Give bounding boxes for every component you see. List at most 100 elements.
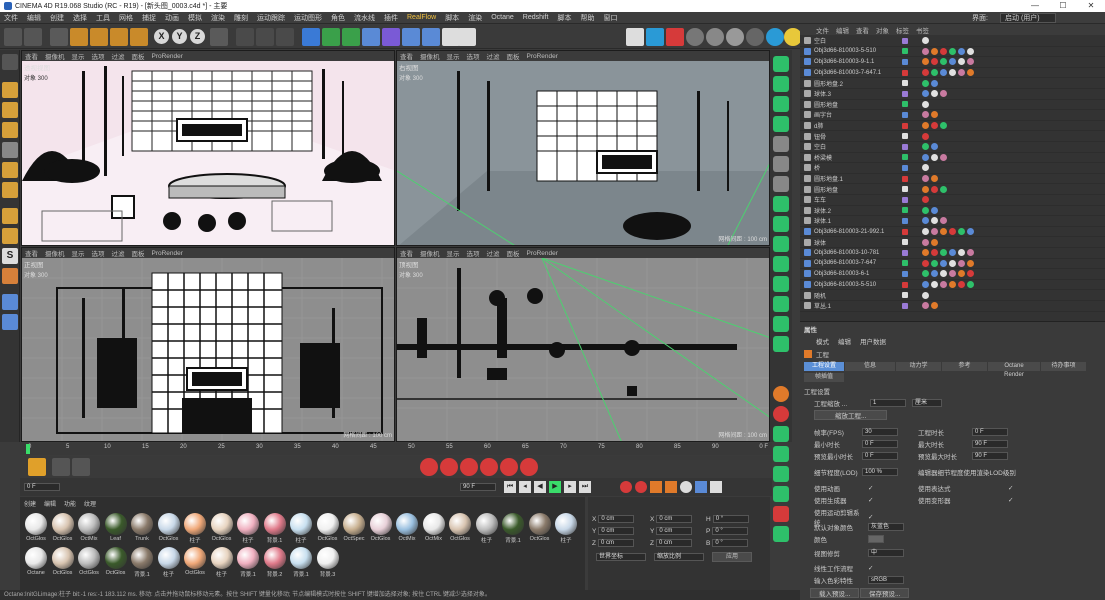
cube-icon[interactable]: [302, 28, 320, 46]
material-tag-icon[interactable]: [931, 238, 938, 246]
vp-menu-camera[interactable]: 摄像机: [420, 51, 440, 61]
material-swatch[interactable]: OctSpec: [342, 513, 366, 542]
material-swatch[interactable]: OctGlos: [448, 513, 472, 542]
layer-color-icon[interactable]: [902, 260, 908, 267]
min-time-field[interactable]: 0 F: [862, 440, 898, 448]
make-editable-icon[interactable]: [2, 54, 18, 70]
object-row[interactable]: 圆形地盘.2: [800, 78, 1105, 89]
tab-dynamics[interactable]: 动力学: [896, 362, 941, 371]
step-effector-icon[interactable]: [773, 296, 789, 312]
use-motion-checkbox[interactable]: ✓: [868, 513, 873, 521]
layer-color-icon[interactable]: [902, 164, 908, 171]
viewport-right[interactable]: 查看 摄像机 显示 选项 过滤 面板 ProRender 右视图 对象 300 …: [396, 50, 770, 246]
material-tag-icon[interactable]: [922, 228, 929, 236]
pos-x-field[interactable]: 0 cm: [598, 515, 635, 523]
vp-menu-view[interactable]: 查看: [25, 51, 38, 61]
object-row[interactable]: 圆形地盘: [800, 100, 1105, 111]
move-icon[interactable]: [70, 28, 88, 46]
render-view-icon[interactable]: [236, 28, 254, 46]
mat-menu-create[interactable]: 创建: [24, 499, 36, 508]
material-swatch[interactable]: OctGlos: [77, 547, 101, 576]
axis-mode-icon[interactable]: [2, 208, 18, 224]
pos-y-field[interactable]: 0 cm: [598, 527, 635, 535]
object-row[interactable]: Obj3d66-810003-10-781: [800, 248, 1105, 259]
menu-tools[interactable]: 工具: [96, 13, 110, 23]
vp-menu-filter[interactable]: 过滤: [112, 248, 125, 258]
material-tag-icon[interactable]: [922, 47, 929, 55]
menu-plugins[interactable]: 插件: [384, 13, 398, 23]
layer-color-icon[interactable]: [902, 143, 908, 150]
layer-color-icon[interactable]: [902, 90, 908, 97]
material-tag-icon[interactable]: [949, 69, 956, 77]
object-row[interactable]: Obj3d66-810003-7-647.1: [800, 68, 1105, 79]
material-tag-icon[interactable]: [967, 47, 974, 55]
workplane-icon[interactable]: [2, 122, 18, 138]
menu-file[interactable]: 文件: [4, 13, 18, 23]
vp-menu-panel[interactable]: 面板: [507, 51, 520, 61]
material-tag-icon[interactable]: [949, 58, 956, 66]
layer-color-icon[interactable]: [902, 186, 908, 193]
attr-menu-userdata[interactable]: 用户数据: [860, 336, 886, 346]
brush-icon[interactable]: [28, 458, 46, 476]
position-key-icon[interactable]: [480, 458, 498, 476]
layer-color-icon[interactable]: [902, 239, 908, 246]
octane-daylight-icon[interactable]: [706, 28, 724, 46]
layer-color-icon[interactable]: [902, 270, 908, 277]
object-row[interactable]: 随机: [800, 290, 1105, 301]
material-tag-icon[interactable]: [958, 58, 965, 66]
use-generators-checkbox[interactable]: ✓: [868, 496, 873, 504]
material-tag-icon[interactable]: [931, 249, 938, 257]
material-tag-icon[interactable]: [922, 122, 929, 130]
vp-menu-prorender[interactable]: ProRender: [152, 53, 183, 60]
color-swatch[interactable]: [868, 535, 884, 543]
fracture-icon[interactable]: [773, 76, 789, 92]
om-menu-bookmarks[interactable]: 书签: [916, 25, 929, 35]
pen-icon[interactable]: [322, 28, 340, 46]
coordinate-mode-select[interactable]: 世界坐标: [596, 553, 646, 561]
y-axis-icon[interactable]: Y: [172, 29, 187, 44]
material-tag-icon[interactable]: [922, 281, 929, 289]
rotate-icon[interactable]: [110, 28, 128, 46]
octane-texture-icon[interactable]: [766, 28, 784, 46]
vp-menu-filter[interactable]: 过滤: [112, 51, 125, 61]
object-row[interactable]: 球体: [800, 237, 1105, 248]
material-tag-icon[interactable]: [931, 122, 938, 130]
material-swatch[interactable]: 柱子: [289, 513, 313, 544]
material-swatch[interactable]: OctMix: [422, 513, 446, 542]
material-tag-icon[interactable]: [958, 69, 965, 77]
layer-color-icon[interactable]: [902, 58, 908, 65]
vp-menu-prorender[interactable]: ProRender: [527, 250, 558, 257]
material-tag-icon[interactable]: [931, 270, 938, 278]
object-row[interactable]: Obj3d66-810003-7-647: [800, 259, 1105, 270]
material-tag-icon[interactable]: [922, 291, 929, 299]
green-tag-icon[interactable]: [773, 466, 789, 482]
array-icon[interactable]: [362, 28, 380, 46]
apply-button[interactable]: 应用: [712, 552, 752, 562]
material-tag-icon[interactable]: [967, 58, 974, 66]
project-scale-unit[interactable]: 厘米: [912, 399, 942, 407]
material-tag-icon[interactable]: [931, 206, 938, 214]
attr-menu-mode[interactable]: 模式: [816, 336, 829, 346]
layer-color-icon[interactable]: [902, 101, 908, 108]
material-tag-icon[interactable]: [922, 153, 929, 161]
deformer-icon[interactable]: [382, 28, 400, 46]
autokey-icon[interactable]: [635, 481, 647, 493]
material-tag-icon[interactable]: [922, 132, 929, 140]
material-tag-icon[interactable]: [931, 175, 938, 183]
play-back-icon[interactable]: ◀: [534, 481, 546, 493]
material-tag-icon[interactable]: [949, 249, 956, 257]
object-row[interactable]: 车车: [800, 195, 1105, 206]
material-tag-icon[interactable]: [922, 143, 929, 151]
material-tag-icon[interactable]: [931, 217, 938, 225]
planar-workplane-icon[interactable]: [2, 294, 18, 310]
material-tag-icon[interactable]: [922, 196, 929, 204]
vp-menu-filter[interactable]: 过滤: [487, 248, 500, 258]
object-row[interactable]: 球体.2: [800, 206, 1105, 217]
move-key-icon[interactable]: [650, 481, 662, 493]
object-row[interactable]: 空白: [800, 142, 1105, 153]
octane-env-icon[interactable]: [746, 28, 764, 46]
size-x-field[interactable]: 0 cm: [656, 515, 693, 523]
material-tag-icon[interactable]: [967, 249, 974, 257]
matrix-icon[interactable]: [773, 96, 789, 112]
material-swatch[interactable]: 背景.1: [236, 547, 260, 578]
